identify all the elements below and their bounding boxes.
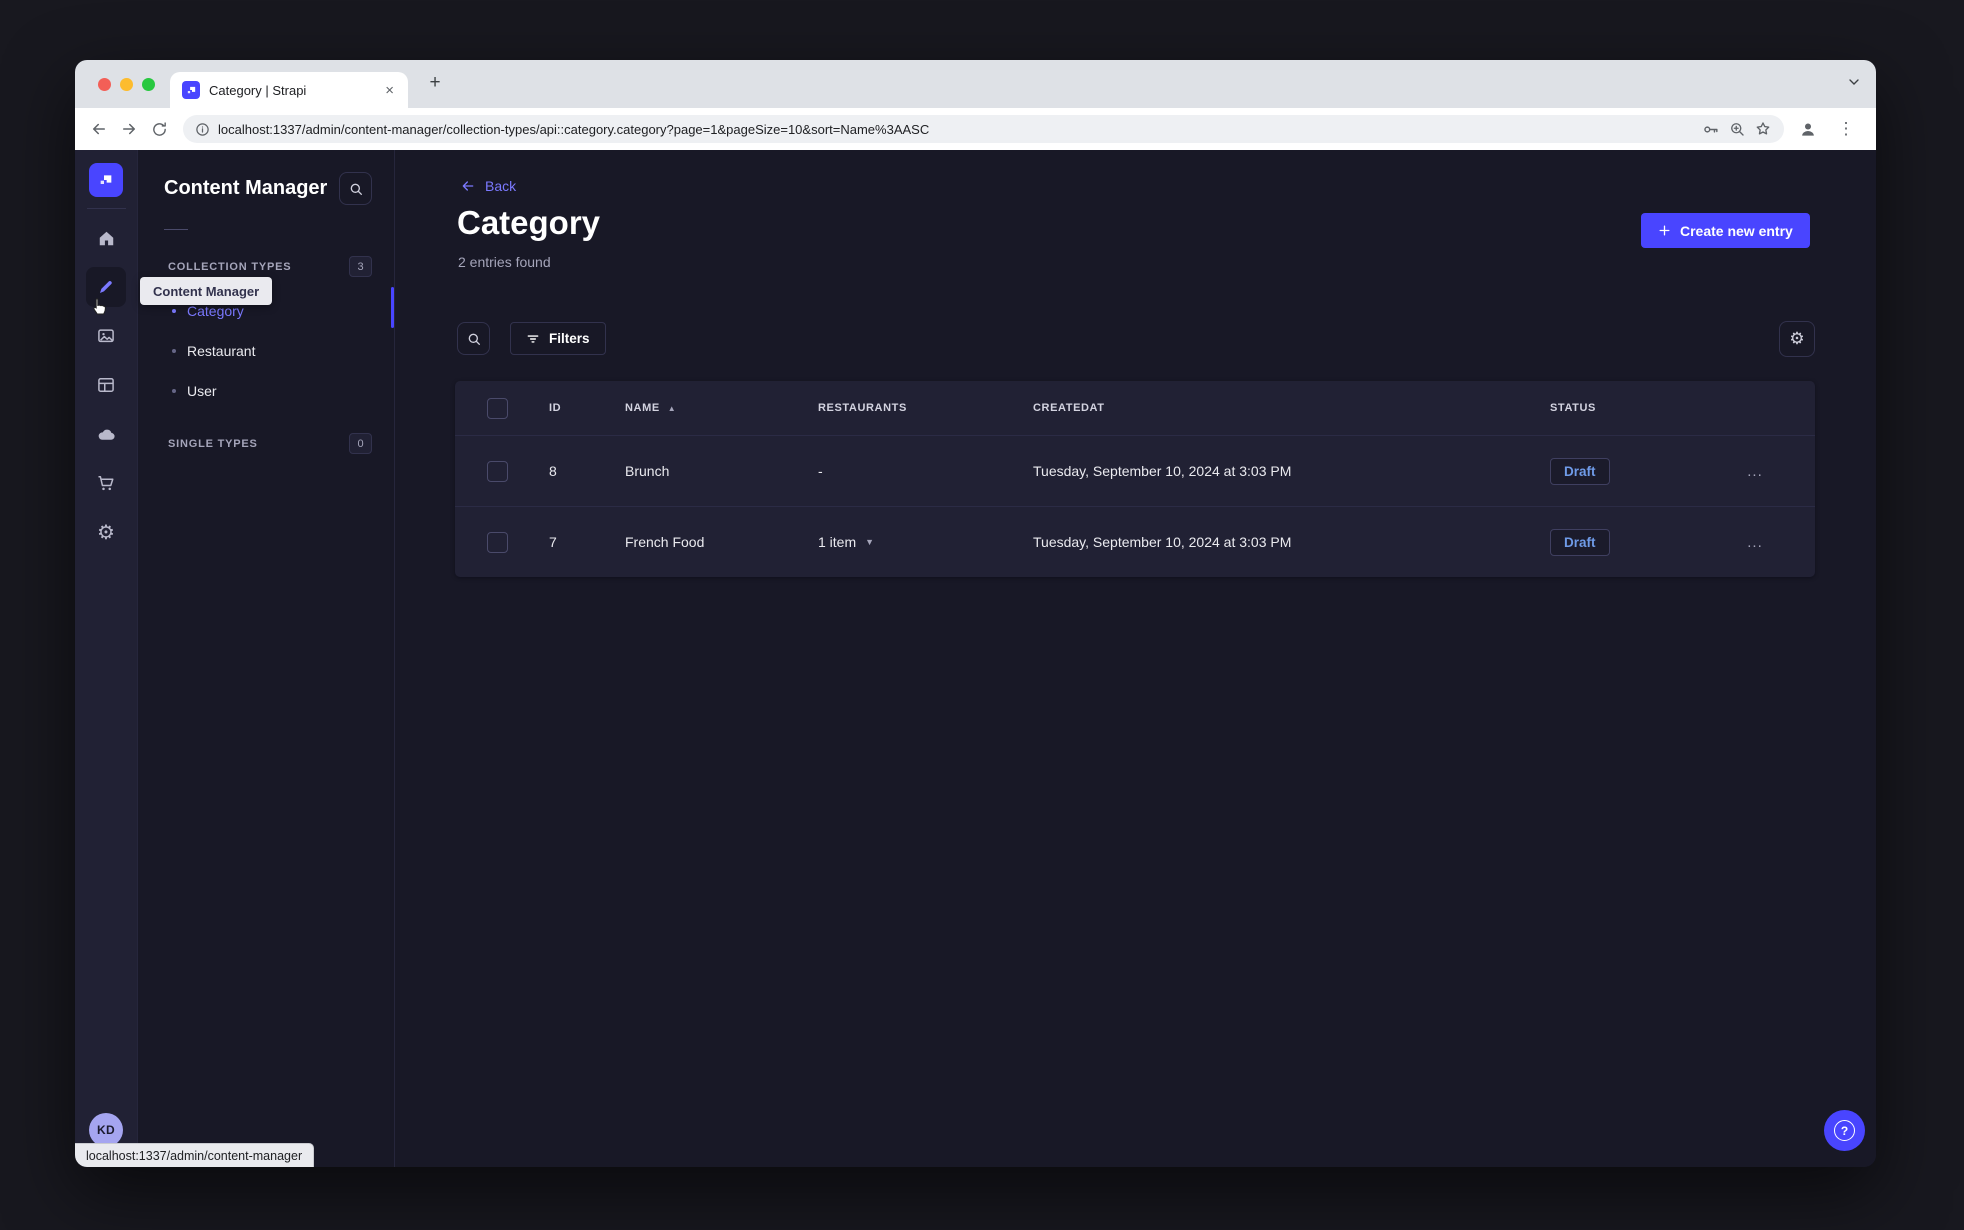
subnav-item-label: User [187,383,217,399]
home-icon[interactable] [86,218,126,258]
single-types-count-badge: 0 [349,433,372,454]
back-link[interactable]: Back [460,178,516,194]
table-row[interactable]: 7 French Food 1 item ▼ Tuesday, Septembe… [455,506,1815,577]
zoom-page-icon[interactable] [1728,120,1746,138]
view-settings-gear-icon[interactable]: ⚙ [1779,321,1815,357]
cell-restaurants[interactable]: 1 item ▼ [818,534,1033,550]
table-search-button[interactable] [457,322,490,355]
sidebar-divider [86,208,126,209]
maximize-window-button[interactable] [142,78,155,91]
bookmark-star-icon[interactable] [1754,120,1772,138]
cell-createdat: Tuesday, September 10, 2024 at 3:03 PM [1033,463,1292,479]
status-badge: Draft [1550,457,1610,485]
browser-tab-strip: Category | Strapi × + [75,60,1876,108]
password-manager-key-icon[interactable] [1701,120,1720,139]
table-header-row: ID NAME ▲ RESTAURANTS CREATEDAT STATUS [455,381,1815,435]
new-tab-button[interactable]: + [423,73,447,93]
profile-icon[interactable] [1794,115,1822,143]
filters-label: Filters [549,331,590,346]
user-avatar[interactable]: KD [89,1113,123,1147]
help-button[interactable]: ? [1824,1110,1865,1151]
reload-icon[interactable] [145,115,173,143]
close-window-button[interactable] [98,78,111,91]
collection-types-label: COLLECTION TYPES [168,260,292,273]
mouse-cursor [91,297,108,316]
strapi-logo[interactable] [89,163,123,197]
subnav-item-label: Category [187,303,244,319]
marketplace-cart-icon[interactable] [86,463,126,503]
column-header-restaurants[interactable]: RESTAURANTS [818,402,1033,414]
browser-menu-icon[interactable]: ⋮ [1832,115,1860,143]
browser-toolbar: localhost:1337/admin/content-manager/col… [75,108,1876,150]
browser-window: Category | Strapi × + localhost:1337/adm… [75,60,1876,1167]
cell-name: Brunch [625,463,670,479]
cloud-icon[interactable] [86,414,126,454]
cell-restaurants: - [818,463,823,479]
entries-count: 2 entries found [458,254,551,270]
arrow-left-icon [462,181,474,191]
bullet-icon [172,309,176,313]
row-actions-menu-icon[interactable]: ... [1695,463,1815,480]
question-mark-icon: ? [1834,1120,1855,1141]
create-new-entry-label: Create new entry [1680,222,1793,239]
tab-search-chevron-icon[interactable] [1846,74,1862,90]
status-badge: Draft [1550,528,1610,556]
strapi-favicon [182,81,200,99]
page-title: Category [457,204,601,241]
subnav-item-label: Restaurant [187,343,256,359]
column-header-id[interactable]: ID [549,402,625,414]
collection-types-list: Category Restaurant User [138,291,394,411]
content-manager-tooltip: Content Manager [140,277,273,305]
cell-name: French Food [625,534,705,550]
subnav-item-user[interactable]: User [138,371,394,411]
subnav-title: Content Manager [164,177,328,199]
settings-gear-icon[interactable]: ⚙ [86,512,126,552]
entries-table: ID NAME ▲ RESTAURANTS CREATEDAT STATUS 8… [455,381,1815,577]
window-controls [98,78,155,91]
bullet-icon [172,389,176,393]
site-info-icon[interactable] [195,122,210,137]
sort-ascending-icon[interactable]: ▲ [668,404,677,413]
row-checkbox[interactable] [487,460,508,482]
tab-title: Category | Strapi [209,82,307,98]
collection-types-count-badge: 3 [349,256,372,277]
subnav-search-button[interactable] [339,172,372,205]
subnav-divider [164,229,188,230]
cell-id: 8 [549,463,557,479]
content-type-builder-icon[interactable] [86,365,126,405]
link-preview-statusbar: localhost:1337/admin/content-manager [75,1143,315,1167]
plus-icon [1659,225,1670,236]
single-types-label: SINGLE TYPES [168,437,258,450]
back-label: Back [485,178,517,194]
media-library-icon[interactable] [86,316,126,356]
back-navigation-icon[interactable] [85,115,113,143]
table-row[interactable]: 8 Brunch - Tuesday, September 10, 2024 a… [455,435,1815,506]
minimize-window-button[interactable] [120,78,133,91]
url-bar[interactable]: localhost:1337/admin/content-manager/col… [183,115,1784,143]
column-header-name[interactable]: NAME ▲ [625,402,818,414]
row-actions-menu-icon[interactable]: ... [1695,534,1815,551]
forward-navigation-icon[interactable] [115,115,143,143]
subnav-item-restaurant[interactable]: Restaurant [138,331,394,371]
main-content: Back Category 2 entries found Create new… [395,150,1876,1167]
bullet-icon [172,349,176,353]
chevron-down-icon: ▼ [865,537,875,547]
create-new-entry-button[interactable]: Create new entry [1641,213,1810,248]
strapi-admin-app: ⚙ KD Content Manager COLLECTION TYPES 3 … [75,150,1876,1167]
select-all-checkbox[interactable] [487,397,508,419]
row-checkbox[interactable] [487,531,508,553]
column-header-status[interactable]: STATUS [1550,402,1695,414]
tab-close-icon[interactable]: × [381,81,398,100]
cell-createdat: Tuesday, September 10, 2024 at 3:03 PM [1033,534,1292,550]
cell-id: 7 [549,534,557,550]
browser-tab[interactable]: Category | Strapi × [170,72,408,108]
filter-icon [527,334,539,343]
filters-button[interactable]: Filters [510,322,606,355]
url-text: localhost:1337/admin/content-manager/col… [218,121,930,137]
active-item-indicator [391,287,394,328]
column-header-createdat[interactable]: CREATEDAT [1033,402,1550,414]
